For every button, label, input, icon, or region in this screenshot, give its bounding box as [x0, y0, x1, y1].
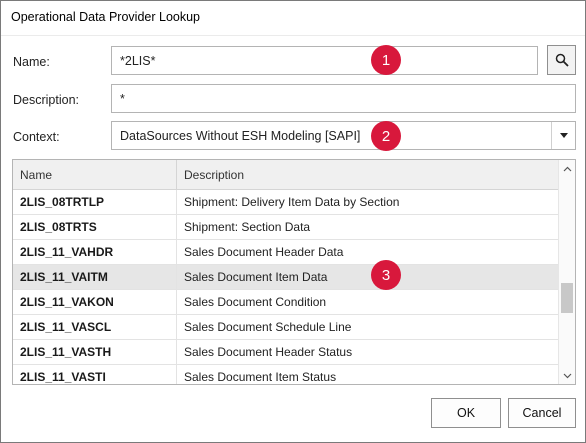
name-input-value: *2LIS* — [120, 53, 156, 68]
callout-badge-2: 2 — [371, 121, 401, 151]
name-input[interactable]: *2LIS* — [111, 46, 538, 75]
table-row-selected[interactable]: 2LIS_11_VAITM Sales Document Item Data — [13, 265, 558, 290]
callout-badge-1: 1 — [371, 45, 401, 75]
context-label: Context: — [13, 130, 60, 144]
results-grid: Name Description 2LIS_08TRTLP Shipment: … — [12, 159, 576, 385]
row-name: 2LIS_11_VASTI — [13, 365, 177, 384]
column-header-name[interactable]: Name — [13, 160, 177, 189]
row-description: Sales Document Item Status — [184, 370, 337, 384]
window-title: Operational Data Provider Lookup — [1, 1, 585, 35]
name-label: Name: — [13, 55, 50, 69]
scroll-up-button[interactable] — [559, 160, 575, 177]
context-select[interactable]: DataSources Without ESH Modeling [SAPI] — [111, 121, 576, 150]
row-name: 2LIS_11_VASTH — [13, 340, 177, 364]
vertical-scrollbar[interactable] — [558, 160, 575, 384]
row-description: Sales Document Header Data — [184, 245, 344, 259]
row-description: Sales Document Header Status — [184, 345, 353, 359]
row-description: Shipment: Delivery Item Data by Section — [184, 195, 400, 209]
row-name: 2LIS_11_VAHDR — [13, 240, 177, 264]
row-description: Shipment: Section Data — [184, 220, 311, 234]
search-icon — [555, 53, 569, 67]
row-name: 2LIS_08TRTLP — [13, 190, 177, 214]
context-dropdown-button[interactable] — [551, 122, 575, 149]
grid-rows: 2LIS_08TRTLP Shipment: Delivery Item Dat… — [13, 190, 558, 384]
lookup-dialog: Operational Data Provider Lookup Name: *… — [0, 0, 586, 443]
table-row[interactable]: 2LIS_08TRTLP Shipment: Delivery Item Dat… — [13, 190, 558, 215]
table-row[interactable]: 2LIS_11_VASCL Sales Document Schedule Li… — [13, 315, 558, 340]
search-button[interactable] — [547, 45, 576, 75]
description-input-value: * — [120, 91, 125, 106]
description-input[interactable]: * — [111, 84, 576, 113]
cancel-button[interactable]: Cancel — [508, 398, 576, 428]
chevron-down-icon — [563, 373, 572, 378]
scroll-down-button[interactable] — [559, 367, 575, 384]
ok-button[interactable]: OK — [431, 398, 501, 428]
column-header-description[interactable]: Description — [177, 160, 558, 189]
row-name: 2LIS_11_VASCL — [13, 315, 177, 339]
context-select-value: DataSources Without ESH Modeling [SAPI] — [120, 128, 361, 143]
row-description: Sales Document Schedule Line — [184, 320, 352, 334]
callout-badge-3: 3 — [371, 260, 401, 290]
table-row[interactable]: 2LIS_08TRTS Shipment: Section Data — [13, 215, 558, 240]
row-name: 2LIS_11_VAKON — [13, 290, 177, 314]
table-row[interactable]: 2LIS_11_VAKON Sales Document Condition — [13, 290, 558, 315]
grid-header: Name Description — [13, 160, 558, 190]
row-name: 2LIS_11_VAITM — [13, 265, 177, 289]
description-label: Description: — [13, 93, 79, 107]
chevron-down-icon — [559, 133, 568, 138]
row-description: Sales Document Item Data — [184, 270, 328, 284]
table-row[interactable]: 2LIS_11_VASTI Sales Document Item Status — [13, 365, 558, 384]
table-row[interactable]: 2LIS_11_VAHDR Sales Document Header Data — [13, 240, 558, 265]
row-description: Sales Document Condition — [184, 295, 327, 309]
chevron-up-icon — [563, 166, 572, 171]
row-name: 2LIS_08TRTS — [13, 215, 177, 239]
table-row[interactable]: 2LIS_11_VASTH Sales Document Header Stat… — [13, 340, 558, 365]
scrollbar-thumb[interactable] — [561, 283, 573, 313]
title-divider — [1, 35, 585, 36]
